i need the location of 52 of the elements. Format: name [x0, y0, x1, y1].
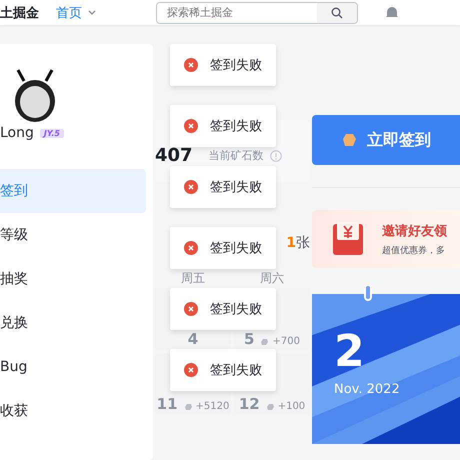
toast-message: 签到失败	[210, 240, 262, 257]
ore-icon	[341, 133, 357, 147]
pin-icon	[364, 284, 372, 301]
invite-title: 邀请好友领	[382, 222, 447, 240]
toast-message: 签到失败	[210, 301, 262, 318]
weekday-label: 周五	[180, 271, 206, 285]
reward-amount: +700	[272, 336, 300, 347]
date-month: Nov. 2022	[334, 382, 401, 397]
ore-icon	[266, 402, 275, 410]
toast-message: 签到失败	[210, 118, 262, 135]
info-icon[interactable]	[270, 150, 282, 162]
error-icon	[184, 302, 198, 316]
caret-icon	[88, 10, 96, 16]
error-icon	[184, 363, 198, 377]
bell-icon[interactable]	[384, 6, 400, 20]
sidebar-item[interactable]: 抽奖	[0, 257, 146, 301]
envelope-icon	[332, 222, 364, 256]
search-field[interactable]: 探索稀土掘金	[156, 2, 358, 24]
invite-banner[interactable]: 邀请好友领 超值优惠券，多	[312, 210, 460, 268]
invite-subtitle: 超值优惠券，多	[382, 244, 446, 256]
day-number: 11	[156, 396, 178, 412]
sidebar-item[interactable]: 兑换	[0, 301, 146, 345]
sign-in-button[interactable]: 立即签到	[312, 115, 460, 165]
day-number: 5	[244, 331, 254, 347]
error-icon	[184, 180, 198, 194]
error-icon	[184, 58, 198, 72]
day-number: 12	[238, 396, 260, 412]
toast-message: 签到失败	[210, 179, 262, 196]
weekday-label: 周六	[259, 271, 285, 285]
toast-message: 签到失败	[210, 362, 262, 379]
error-icon	[184, 119, 198, 133]
sidebar-item[interactable]: Bug	[0, 345, 146, 389]
ore-label: 当前矿石数	[208, 148, 264, 164]
ore-icon	[184, 402, 193, 410]
search-icon	[331, 6, 343, 18]
error-icon	[184, 241, 198, 255]
day-number: 4	[188, 331, 198, 347]
sidebar-item[interactable]: 等级	[0, 213, 146, 257]
card-count: 1	[286, 234, 296, 252]
search-button[interactable]	[317, 2, 357, 22]
reward-amount: +5120	[196, 401, 230, 412]
sidebar-item[interactable]: 收获	[0, 389, 146, 433]
nav-link[interactable]: 首页	[56, 4, 96, 22]
date-day: 2	[334, 330, 460, 374]
ore-icon	[260, 338, 270, 346]
ore-count: 407	[155, 147, 193, 165]
reward-amount: +100	[278, 401, 306, 412]
level-badge: JY.5	[40, 128, 64, 138]
user-name[interactable]: Long	[0, 125, 34, 141]
logo-text[interactable]: 土掘金	[0, 4, 56, 22]
card-unit: 张	[296, 234, 310, 252]
toast-message: 签到失败	[210, 57, 262, 74]
